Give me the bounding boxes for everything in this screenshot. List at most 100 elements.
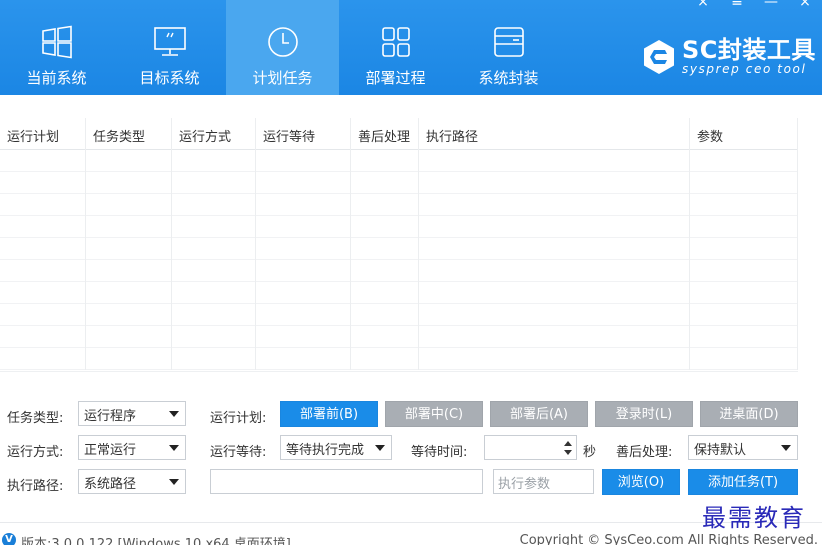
table-cell (690, 326, 798, 348)
table-cell (690, 348, 798, 370)
column-header[interactable]: 善后处理 (351, 118, 419, 150)
close-secondary-button[interactable]: × (686, 0, 720, 12)
table-cell (419, 172, 690, 194)
table-header: 运行计划 任务类型 运行方式 运行等待 善后处理 执行路径 参数 (0, 118, 798, 150)
table-cell (86, 282, 172, 304)
logo-subtitle: sysprep ceo tool (682, 62, 807, 76)
column-header[interactable]: 运行方式 (172, 118, 256, 150)
add-task-button[interactable]: 添加任务(T) (688, 469, 798, 495)
tab-label: 计划任务 (252, 69, 313, 87)
table-cell (0, 238, 86, 260)
monitor-icon (153, 27, 186, 56)
minimize-button[interactable]: — (754, 0, 788, 12)
table-cell (419, 194, 690, 216)
table-cell (351, 194, 419, 216)
table-cell (86, 238, 172, 260)
table-cell (256, 326, 351, 348)
table-cell (0, 172, 86, 194)
table-row[interactable] (0, 194, 798, 216)
tab-label: 目标系统 (139, 69, 200, 87)
task-table: 运行计划 任务类型 运行方式 运行等待 善后处理 执行路径 参数 (0, 118, 798, 372)
table-cell (256, 282, 351, 304)
table-body (0, 150, 798, 370)
during-deploy-button[interactable]: 部署中(C) (385, 401, 483, 427)
table-cell (86, 150, 172, 172)
table-cell (351, 326, 419, 348)
table-row[interactable] (0, 172, 798, 194)
tab-system-package[interactable]: 系统封装 (452, 0, 565, 95)
exec-path-label: 执行路径: (7, 479, 64, 494)
tab-scheduled-tasks[interactable]: 计划任务 (226, 0, 339, 95)
tab-deploy-process[interactable]: 部署过程 (339, 0, 452, 95)
table-cell (0, 304, 86, 326)
windows-icon (41, 25, 72, 59)
task-type-select[interactable]: 运行程序 (78, 401, 186, 426)
spinner-arrows-icon[interactable] (563, 438, 573, 457)
chevron-down-icon (781, 445, 791, 451)
before-deploy-button[interactable]: 部署前(B) (280, 401, 378, 427)
table-cell (172, 348, 256, 370)
tab-label: 部署过程 (365, 69, 426, 87)
table-cell (351, 216, 419, 238)
on-desktop-button[interactable]: 进桌面(D) (700, 401, 798, 427)
exec-params-input[interactable]: 执行参数 (493, 469, 594, 494)
tab-current-system[interactable]: 当前系统 (0, 0, 113, 95)
exec-path-input[interactable] (210, 469, 483, 494)
table-cell (351, 150, 419, 172)
wait-time-stepper[interactable] (484, 435, 577, 460)
table-cell (172, 172, 256, 194)
table-row[interactable] (0, 282, 798, 304)
table-cell (172, 216, 256, 238)
menu-button[interactable]: ≡ (720, 0, 754, 12)
column-header[interactable]: 参数 (690, 118, 798, 150)
table-cell (172, 282, 256, 304)
run-mode-label: 运行方式: (7, 445, 64, 460)
column-header[interactable]: 运行等待 (256, 118, 351, 150)
table-cell (690, 238, 798, 260)
column-header[interactable]: 执行路径 (419, 118, 690, 150)
table-cell (351, 238, 419, 260)
table-cell (0, 194, 86, 216)
table-cell (0, 216, 86, 238)
table-row[interactable] (0, 238, 798, 260)
run-mode-select[interactable]: 正常运行 (78, 435, 186, 460)
column-header[interactable]: 运行计划 (0, 118, 86, 150)
copyright-text[interactable]: Copyright © SysCeo.com All Rights Reserv… (520, 533, 818, 545)
table-cell (690, 282, 798, 304)
table-row[interactable] (0, 216, 798, 238)
exec-params-placeholder: 执行参数 (498, 477, 551, 492)
column-header[interactable]: 任务类型 (86, 118, 172, 150)
browse-button[interactable]: 浏览(O) (602, 469, 680, 495)
table-row[interactable] (0, 260, 798, 282)
table-cell (256, 348, 351, 370)
after-deploy-button[interactable]: 部署后(A) (490, 401, 588, 427)
table-row[interactable] (0, 326, 798, 348)
table-cell (0, 326, 86, 348)
on-login-button[interactable]: 登录时(L) (595, 401, 693, 427)
tab-label: 系统封装 (478, 69, 539, 87)
aftercare-select[interactable]: 保持默认 (688, 435, 798, 460)
task-type-label: 任务类型: (7, 411, 64, 426)
chevron-down-icon (169, 445, 179, 451)
table-cell (256, 194, 351, 216)
table-cell (690, 194, 798, 216)
table-row[interactable] (0, 150, 798, 172)
exec-path-select[interactable]: 系统路径 (78, 469, 186, 494)
table-cell (351, 260, 419, 282)
table-row[interactable] (0, 304, 798, 326)
seconds-unit-label: 秒 (583, 445, 597, 460)
chevron-down-icon (169, 479, 179, 485)
table-row[interactable] (0, 348, 798, 370)
table-cell (172, 260, 256, 282)
table-cell (690, 172, 798, 194)
close-button[interactable]: × (788, 0, 822, 12)
main-nav: 当前系统 目标系统 计划任务 部署过程 系统封装 (0, 0, 565, 95)
run-wait-select[interactable]: 等待执行完成 (280, 435, 392, 460)
table-cell (690, 304, 798, 326)
table-cell (86, 172, 172, 194)
run-mode-value: 正常运行 (84, 443, 137, 458)
run-wait-value: 等待执行完成 (286, 443, 365, 458)
table-cell (419, 326, 690, 348)
tab-target-system[interactable]: 目标系统 (113, 0, 226, 95)
table-cell (172, 150, 256, 172)
